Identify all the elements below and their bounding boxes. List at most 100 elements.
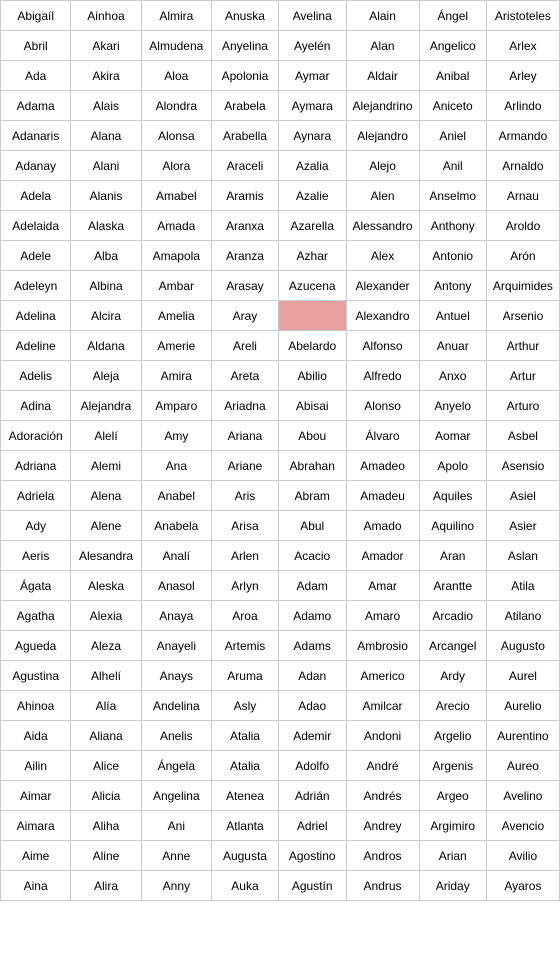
- table-cell: Azalie: [278, 181, 346, 211]
- table-cell: Arlindo: [486, 91, 559, 121]
- table-cell: Abou: [278, 421, 346, 451]
- table-cell: Augusta: [211, 841, 278, 871]
- table-cell: Avelino: [486, 781, 559, 811]
- table-cell: [278, 301, 346, 331]
- table-cell: Aslan: [486, 541, 559, 571]
- table-cell: Andrus: [346, 871, 419, 901]
- table-cell: Akari: [71, 31, 141, 61]
- table-cell: Aymar: [278, 61, 346, 91]
- table-cell: Abrahan: [278, 451, 346, 481]
- table-cell: Angelico: [419, 31, 486, 61]
- table-cell: Almira: [141, 1, 211, 31]
- table-cell: Alejo: [346, 151, 419, 181]
- table-cell: Anne: [141, 841, 211, 871]
- table-cell: Aldana: [71, 331, 141, 361]
- table-cell: Adoración: [1, 421, 71, 451]
- table-cell: Ada: [1, 61, 71, 91]
- table-cell: Alfonso: [346, 331, 419, 361]
- table-cell: Arecio: [419, 691, 486, 721]
- table-cell: Ágata: [1, 571, 71, 601]
- table-cell: Alesandra: [71, 541, 141, 571]
- table-cell: Ana: [141, 451, 211, 481]
- table-cell: Avencio: [486, 811, 559, 841]
- table-cell: Atalia: [211, 721, 278, 751]
- table-cell: Auka: [211, 871, 278, 901]
- table-cell: Alexander: [346, 271, 419, 301]
- table-cell: Andelina: [141, 691, 211, 721]
- table-cell: Anasol: [141, 571, 211, 601]
- table-cell: Amar: [346, 571, 419, 601]
- table-cell: Aloa: [141, 61, 211, 91]
- table-cell: Alexia: [71, 601, 141, 631]
- table-cell: Atila: [486, 571, 559, 601]
- table-cell: Arlen: [211, 541, 278, 571]
- table-cell: Argimiro: [419, 811, 486, 841]
- table-cell: Aina: [1, 871, 71, 901]
- table-cell: André: [346, 751, 419, 781]
- table-cell: Aruma: [211, 661, 278, 691]
- table-cell: Arthur: [486, 331, 559, 361]
- table-cell: Aomar: [419, 421, 486, 451]
- table-cell: Azarella: [278, 211, 346, 241]
- table-cell: Andros: [346, 841, 419, 871]
- table-cell: Antonio: [419, 241, 486, 271]
- table-cell: Arturo: [486, 391, 559, 421]
- table-cell: Alen: [346, 181, 419, 211]
- table-cell: Arabela: [211, 91, 278, 121]
- table-cell: Alejandro: [346, 121, 419, 151]
- table-cell: Alene: [71, 511, 141, 541]
- table-cell: Aleza: [71, 631, 141, 661]
- table-cell: Agustín: [278, 871, 346, 901]
- table-cell: Alana: [71, 121, 141, 151]
- table-cell: Aurelio: [486, 691, 559, 721]
- table-cell: Aquiles: [419, 481, 486, 511]
- table-cell: Aline: [71, 841, 141, 871]
- table-cell: Adela: [1, 181, 71, 211]
- table-cell: Adama: [1, 91, 71, 121]
- table-cell: Ady: [1, 511, 71, 541]
- table-cell: Arnaldo: [486, 151, 559, 181]
- table-cell: Aranxa: [211, 211, 278, 241]
- table-cell: Aray: [211, 301, 278, 331]
- table-cell: Anelis: [141, 721, 211, 751]
- table-cell: Aroa: [211, 601, 278, 631]
- table-cell: Amaro: [346, 601, 419, 631]
- table-cell: Alira: [71, 871, 141, 901]
- table-cell: Avilio: [486, 841, 559, 871]
- table-cell: Alicia: [71, 781, 141, 811]
- table-cell: Adele: [1, 241, 71, 271]
- table-cell: Abril: [1, 31, 71, 61]
- table-cell: Ariadna: [211, 391, 278, 421]
- table-cell: Amerie: [141, 331, 211, 361]
- table-cell: Alondra: [141, 91, 211, 121]
- table-cell: Alora: [141, 151, 211, 181]
- table-cell: Alan: [346, 31, 419, 61]
- table-cell: Alain: [346, 1, 419, 31]
- table-cell: Amada: [141, 211, 211, 241]
- table-cell: Ariane: [211, 451, 278, 481]
- table-cell: Akira: [71, 61, 141, 91]
- table-cell: Aurentino: [486, 721, 559, 751]
- table-cell: Asier: [486, 511, 559, 541]
- table-cell: Ayaros: [486, 871, 559, 901]
- table-cell: Adanaris: [1, 121, 71, 151]
- table-cell: Atalia: [211, 751, 278, 781]
- table-cell: Aida: [1, 721, 71, 751]
- table-cell: Aynara: [278, 121, 346, 151]
- table-cell: Argenis: [419, 751, 486, 781]
- table-cell: Agustina: [1, 661, 71, 691]
- table-cell: Antuel: [419, 301, 486, 331]
- table-cell: Alani: [71, 151, 141, 181]
- table-cell: Arantte: [419, 571, 486, 601]
- table-cell: Avelina: [278, 1, 346, 31]
- table-cell: Anaya: [141, 601, 211, 631]
- table-cell: Anibal: [419, 61, 486, 91]
- table-cell: Americo: [346, 661, 419, 691]
- table-cell: Amy: [141, 421, 211, 451]
- table-cell: Asly: [211, 691, 278, 721]
- table-cell: Amado: [346, 511, 419, 541]
- table-cell: Andoni: [346, 721, 419, 751]
- table-cell: Atilano: [486, 601, 559, 631]
- table-cell: Aroldo: [486, 211, 559, 241]
- table-cell: Aristoteles: [486, 1, 559, 31]
